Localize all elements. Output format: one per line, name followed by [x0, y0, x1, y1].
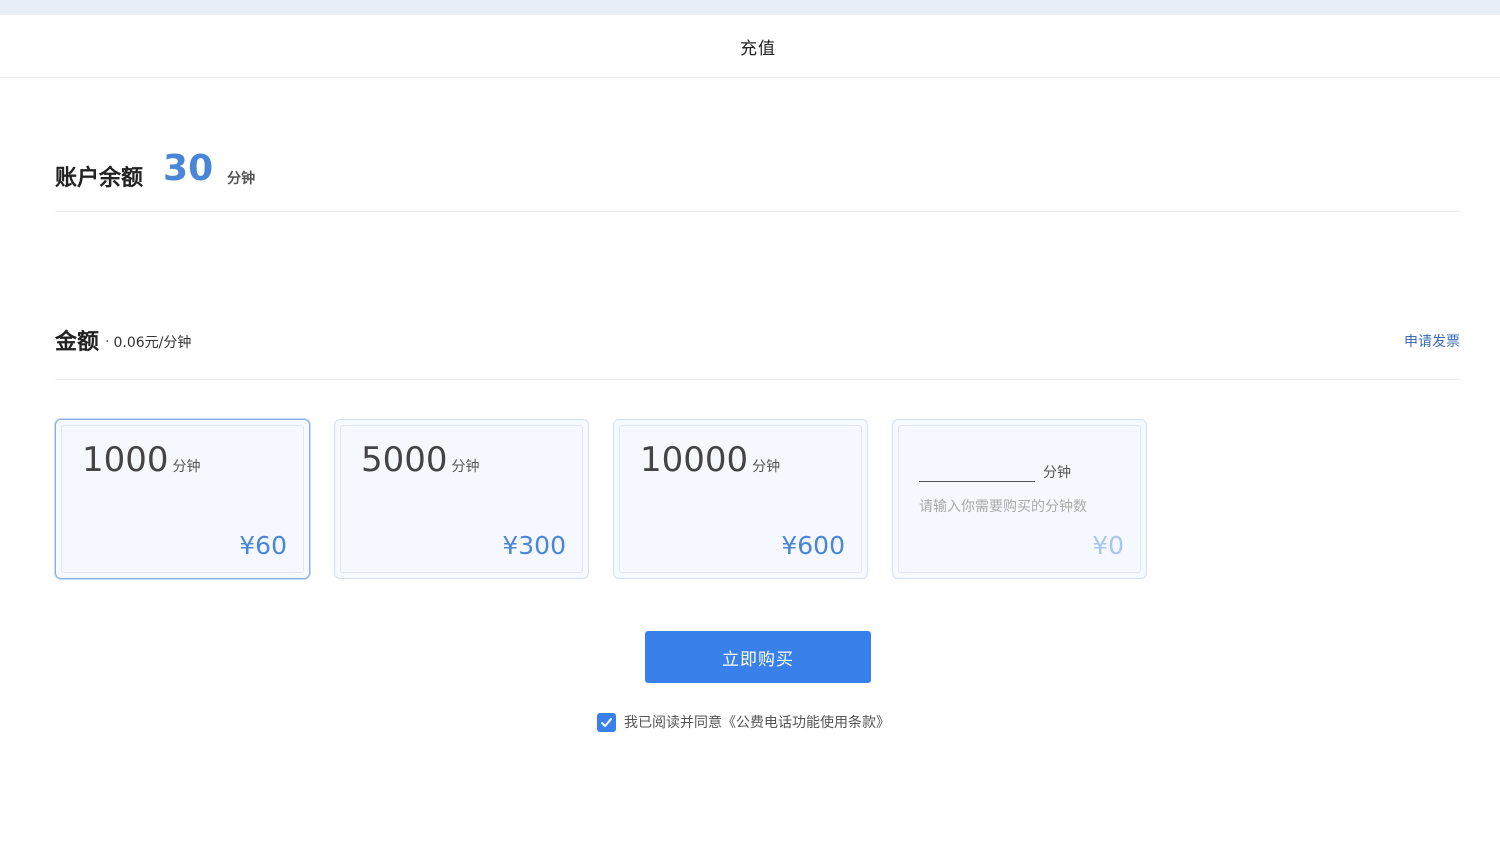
package-minutes: 5000 分钟 [361, 440, 480, 480]
package-minutes: 10000 分钟 [640, 440, 780, 480]
custom-minutes-input[interactable] [919, 458, 1035, 482]
package-price: ¥300 [502, 531, 566, 560]
amount-rate: 0.06元/分钟 [113, 334, 192, 351]
balance-value: 30 [163, 148, 214, 189]
check-icon [601, 717, 612, 727]
balance-label: 账户余额 [55, 165, 144, 191]
invoice-link[interactable]: 申请发票 [1404, 331, 1460, 351]
amount-label: 金额 [55, 329, 100, 355]
package-card-inner: 1000 分钟 ¥60 [61, 425, 304, 573]
top-strip [0, 0, 1500, 15]
balance-unit: 分钟 [227, 170, 256, 187]
package-card-custom[interactable]: 分钟 请输入你需要购买的分钟数 ¥0 [892, 419, 1147, 579]
package-minutes: 1000 分钟 [82, 440, 201, 480]
package-minutes-value: 5000 [361, 440, 448, 480]
custom-price: ¥0 [1092, 531, 1124, 560]
custom-unit: 分钟 [1043, 465, 1071, 481]
package-card-inner: 5000 分钟 ¥300 [340, 425, 583, 573]
agreement-checkbox[interactable] [597, 712, 616, 732]
custom-hint: 请输入你需要购买的分钟数 [919, 499, 1087, 515]
package-unit: 分钟 [752, 459, 781, 475]
amount-separator: · [105, 333, 110, 350]
balance-section: 账户余额 30 分钟 [55, 130, 1460, 212]
page-title: 充值 [740, 38, 776, 59]
page-header: 充值 [0, 15, 1500, 78]
package-card-10000[interactable]: 10000 分钟 ¥600 [613, 419, 868, 579]
package-price: ¥60 [239, 531, 287, 560]
agreement-text[interactable]: 我已阅读并同意《公费电话功能使用条款》 [624, 712, 890, 732]
package-cards: 1000 分钟 ¥60 5000 分钟 ¥300 10000 分钟 ¥600 分钟 请… [55, 419, 1147, 579]
package-card-1000[interactable]: 1000 分钟 ¥60 [55, 419, 310, 579]
package-card-inner: 分钟 请输入你需要购买的分钟数 ¥0 [898, 425, 1141, 573]
package-minutes-value: 1000 [82, 440, 169, 480]
amount-section: 金额 · 0.06元/分钟 申请发票 [55, 300, 1460, 380]
package-unit: 分钟 [172, 459, 201, 475]
package-card-inner: 10000 分钟 ¥600 [619, 425, 862, 573]
package-unit: 分钟 [451, 459, 480, 475]
package-minutes-value: 10000 [640, 440, 749, 480]
package-price: ¥600 [781, 531, 845, 560]
agreement-row: 我已阅读并同意《公费电话功能使用条款》 [597, 711, 890, 733]
buy-now-button[interactable]: 立即购买 [645, 631, 871, 683]
package-card-5000[interactable]: 5000 分钟 ¥300 [334, 419, 589, 579]
